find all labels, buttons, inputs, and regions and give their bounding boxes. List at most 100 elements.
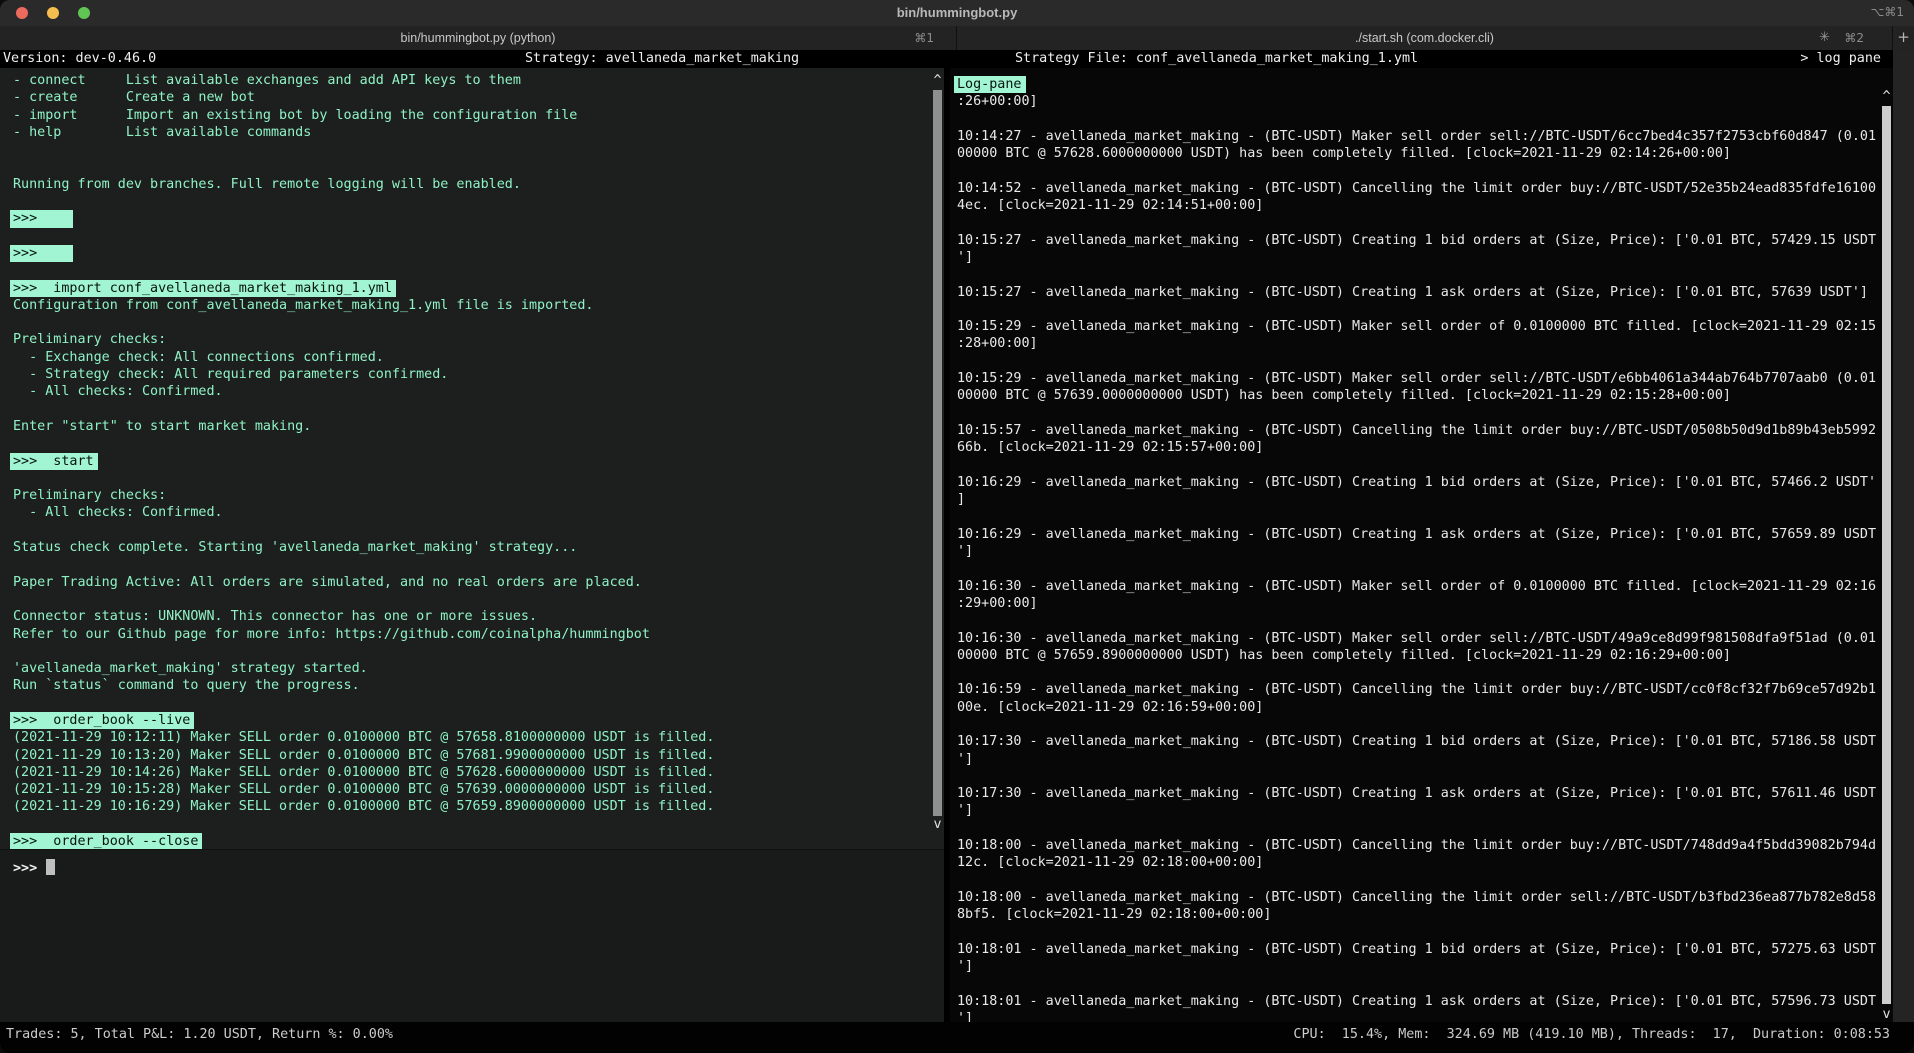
terminal-row: 00000 BTC @ 57628.6000000000 USDT) has b… [957,145,1867,162]
command-input[interactable]: >>> [13,859,55,877]
terminal-row [13,314,918,331]
terminal-row: (2021-11-29 10:13:20) Maker SELL order 0… [13,747,918,764]
tab-label: bin/hummingbot.py (python) [0,31,956,45]
terminal-row: :26+00:00] [957,93,1867,110]
cli-output: - connect List available exchanges and a… [13,72,918,850]
terminal-row [13,158,918,175]
terminal-row: 10:15:57 - avellaneda_market_making - (B… [957,422,1867,439]
terminal-row [957,214,1867,231]
terminal-row [957,872,1867,889]
window-title: bin/hummingbot.py [0,5,1914,20]
highlighted-command: >>> [10,245,73,262]
terminal-row: Log-pane [957,76,1867,93]
window-titlebar[interactable]: bin/hummingbot.py ⌥⌘1 [0,0,1914,27]
terminal-row [13,228,918,245]
terminal-row [957,111,1867,128]
tab-bar: bin/hummingbot.py (python) ⌘1 ./start.sh… [0,26,1914,51]
terminal-row [13,643,918,660]
tab-hummingbot[interactable]: bin/hummingbot.py (python) ⌘1 [0,26,957,50]
terminal-row [957,975,1867,992]
terminal-row: 10:16:29 - avellaneda_market_making - (B… [957,526,1867,543]
tab-docker-cli[interactable]: ./start.sh (com.docker.cli) ✳ ⌘2 [957,26,1893,50]
new-tab-button[interactable]: + [1893,26,1914,50]
scroll-down-indicator: v [1880,1006,1893,1022]
terminal-row [13,556,918,573]
terminal-row: 12c. [clock=2021-11-29 02:18:00+00:00] [957,854,1867,871]
terminal-row: Configuration from conf_avellaneda_marke… [13,297,918,314]
terminal-row: Preliminary checks: [13,331,918,348]
prompt-label: >>> [13,861,37,876]
status-bar: Trades: 5, Total P&L: 1.20 USDT, Return … [0,1022,1914,1053]
terminal-row: '] [957,958,1867,975]
scrollbar-thumb[interactable] [933,90,942,816]
terminal-row: - import Import an existing bot by loadi… [13,107,918,124]
terminal-row: 00000 BTC @ 57639.0000000000 USDT) has b… [957,387,1867,404]
terminal-row: >>> import conf_avellaneda_market_making… [13,280,918,297]
terminal-row: 10:16:30 - avellaneda_market_making - (B… [957,630,1867,647]
terminal-row: 10:15:29 - avellaneda_market_making - (B… [957,318,1867,335]
command-input-area[interactable]: >>> [0,849,944,1022]
terminal-row: (2021-11-29 10:16:29) Maker SELL order 0… [13,798,918,815]
terminal-row: - All checks: Confirmed. [13,504,918,521]
terminal-row: 10:14:27 - avellaneda_market_making - (B… [957,128,1867,145]
window-shortcut-hint: ⌥⌘1 [1871,5,1904,19]
terminal-row: 4ec. [clock=2021-11-29 02:14:51+00:00] [957,197,1867,214]
terminal-row: 10:17:30 - avellaneda_market_making - (B… [957,785,1867,802]
terminal-row [957,266,1867,283]
text-cursor [46,859,55,875]
terminal-row: >>> [13,245,918,262]
terminal-row: (2021-11-29 10:12:11) Maker SELL order 0… [13,729,918,746]
terminal-row: '] [957,1010,1867,1022]
log-pane[interactable]: Strategy File: conf_avellaneda_market_ma… [950,50,1893,1022]
terminal-row: >>> order_book --close [13,833,918,850]
left-pane-header: Version: dev-0.46.0 Strategy: avellaneda… [0,50,944,68]
terminal-row: 8bf5. [clock=2021-11-29 02:18:00+00:00] [957,906,1867,923]
system-resources-status: CPU: 15.4%, Mem: 324.69 MB (419.10 MB), … [1293,1027,1890,1042]
terminal-row: (2021-11-29 10:15:28) Maker SELL order 0… [13,781,918,798]
scrollbar-thumb[interactable] [1882,106,1891,1004]
log-output: Log-pane:26+00:00] 10:14:27 - avellaneda_… [957,76,1867,1022]
terminal-row: Running from dev branches. Full remote l… [13,176,918,193]
terminal-row: >>> order_book --live [13,712,918,729]
log-pane-label: > log pane [1800,50,1881,68]
terminal-row: 10:15:27 - avellaneda_market_making - (B… [957,232,1867,249]
window-edge-strip [1893,50,1914,1022]
terminal-row [957,353,1867,370]
terminal-row [957,820,1867,837]
terminal-row: 10:16:59 - avellaneda_market_making - (B… [957,681,1867,698]
terminal-row: Paper Trading Active: All orders are sim… [13,574,918,591]
strategy-label: Strategy: avellaneda_market_making [525,50,799,68]
terminal-row [957,162,1867,179]
terminal-row: - All checks: Confirmed. [13,383,918,400]
terminal-row [13,435,918,452]
terminal-row: :29+00:00] [957,595,1867,612]
tab-label: ./start.sh (com.docker.cli) [957,31,1892,45]
highlighted-command: >>> order_book --close [10,833,202,850]
terminal-row: 66b. [clock=2021-11-29 02:15:57+00:00] [957,439,1867,456]
strategy-file-label: Strategy File: conf_avellaneda_market_ma… [1015,50,1418,68]
screen: bin/hummingbot.py ⌥⌘1 bin/hummingbot.py … [0,0,1914,1053]
terminal-row: 10:18:00 - avellaneda_market_making - (B… [957,837,1867,854]
terminal-row [13,695,918,712]
version-label: Version: dev-0.46.0 [3,50,156,68]
terminal-row [13,470,918,487]
tab-shortcut-hint: ⌘2 [1844,31,1864,45]
scroll-up-indicator: ^ [1880,88,1893,105]
terminal-row: 10:16:30 - avellaneda_market_making - (B… [957,578,1867,595]
terminal-row: ] [957,491,1867,508]
terminal-row [957,457,1867,474]
highlighted-command: Log-pane [954,76,1026,93]
terminal-row: 10:14:52 - avellaneda_market_making - (B… [957,180,1867,197]
tab-shortcut-hint: ⌘1 [914,31,934,45]
highlighted-command: >>> import conf_avellaneda_market_making… [10,280,396,297]
hummingbot-cli-pane[interactable]: Version: dev-0.46.0 Strategy: avellaneda… [0,50,944,1022]
terminal-row: 10:17:30 - avellaneda_market_making - (B… [957,733,1867,750]
highlighted-command: >>> order_book --live [10,712,194,729]
terminal-row: 10:15:29 - avellaneda_market_making - (B… [957,370,1867,387]
terminal-row [13,193,918,210]
terminal-row [957,301,1867,318]
right-scrollbar[interactable]: ^ v [1880,50,1893,1022]
terminal-row: Refer to our Github page for more info: … [13,626,918,643]
terminal-window: bin/hummingbot.py ⌥⌘1 bin/hummingbot.py … [0,0,1914,1053]
terminal-row: >>> start [13,453,918,470]
